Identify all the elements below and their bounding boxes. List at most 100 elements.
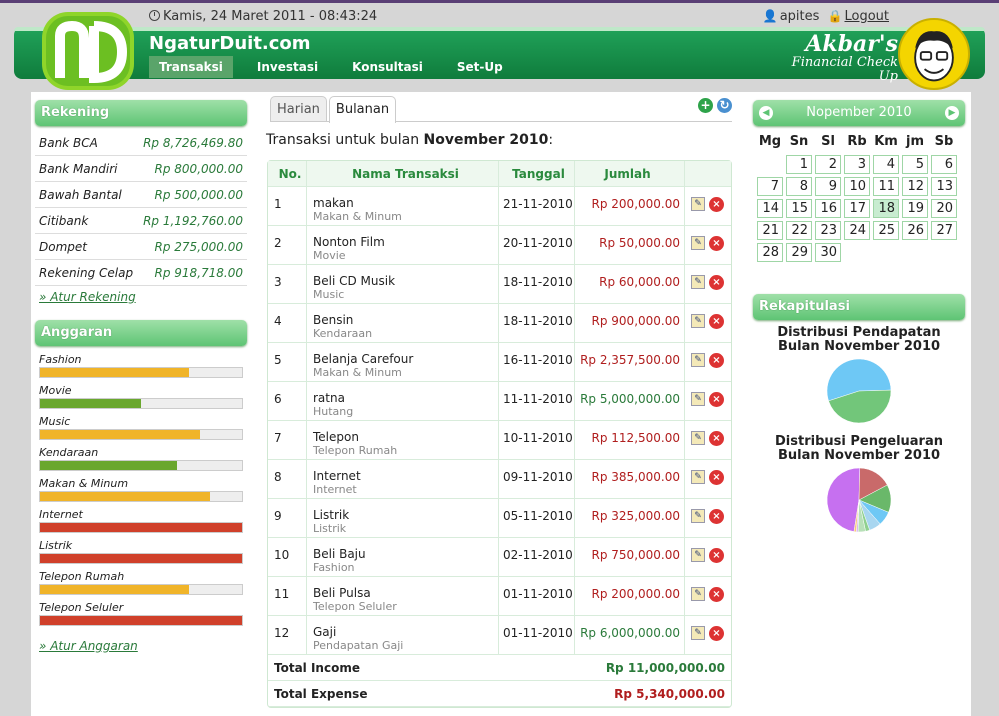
calendar-day[interactable]: 21 bbox=[757, 221, 783, 240]
refresh-icon[interactable]: ↻ bbox=[717, 98, 732, 113]
calendar-day[interactable]: 4 bbox=[873, 155, 899, 174]
delete-icon[interactable]: × bbox=[709, 509, 724, 524]
calendar-day[interactable]: 28 bbox=[757, 243, 783, 262]
delete-icon[interactable]: × bbox=[709, 626, 724, 641]
tab-harian[interactable]: Harian bbox=[270, 96, 327, 121]
table-row[interactable]: 5 Belanja Carefour Makan & Minum 16-11-2010… bbox=[268, 343, 731, 382]
col-jumlah[interactable]: Jumlah bbox=[574, 161, 684, 186]
delete-icon[interactable]: × bbox=[709, 275, 724, 290]
delete-icon[interactable]: × bbox=[709, 587, 724, 602]
edit-icon[interactable]: ✎ bbox=[691, 431, 705, 445]
calendar-day[interactable]: 13 bbox=[931, 177, 957, 196]
table-row[interactable]: 10 Beli Baju Fashion 02-11-2010 Rp 750,000.0… bbox=[268, 538, 731, 577]
account-row[interactable]: Citibank Rp 1,192,760.00 bbox=[35, 208, 247, 234]
calendar-day[interactable]: 5 bbox=[902, 155, 928, 174]
nav-konsultasi[interactable]: Konsultasi bbox=[342, 56, 433, 78]
calendar-day[interactable]: 11 bbox=[873, 177, 899, 196]
edit-icon[interactable]: ✎ bbox=[691, 197, 705, 211]
row-actions: ✎ × bbox=[684, 343, 731, 381]
logo-icon[interactable] bbox=[38, 8, 138, 94]
delete-icon[interactable]: × bbox=[709, 197, 724, 212]
table-row[interactable]: 6 ratna Hutang 11-11-2010 Rp 5,000,000.00 ✎ × bbox=[268, 382, 731, 421]
delete-icon[interactable]: × bbox=[709, 314, 724, 329]
calendar-day[interactable]: 6 bbox=[931, 155, 957, 174]
edit-icon[interactable]: ✎ bbox=[691, 236, 705, 250]
nav-setup[interactable]: Set-Up bbox=[447, 56, 513, 78]
calendar-day[interactable]: 8 bbox=[786, 177, 812, 196]
calendar-day[interactable]: 2 bbox=[815, 155, 841, 174]
calendar-day[interactable]: 19 bbox=[902, 199, 928, 218]
calendar-day[interactable]: 29 bbox=[786, 243, 812, 262]
next-month-icon[interactable]: ▶ bbox=[945, 106, 959, 120]
delete-icon[interactable]: × bbox=[709, 392, 724, 407]
account-row[interactable]: Rekening Celap Rp 918,718.00 bbox=[35, 260, 247, 286]
calendar-day[interactable]: 9 bbox=[815, 177, 841, 196]
table-row[interactable]: 9 Listrik Listrik 05-11-2010 Rp 325,000.00 ✎ × bbox=[268, 499, 731, 538]
account-row[interactable]: Bawah Bantal Rp 500,000.00 bbox=[35, 182, 247, 208]
edit-icon[interactable]: ✎ bbox=[691, 470, 705, 484]
delete-icon[interactable]: × bbox=[709, 470, 724, 485]
col-nama[interactable]: Nama Transaksi bbox=[306, 161, 498, 186]
rekening-header: Rekening bbox=[35, 100, 247, 126]
calendar-day[interactable]: 7 bbox=[757, 177, 783, 196]
calendar-day[interactable]: 26 bbox=[902, 221, 928, 240]
calendar-day[interactable]: 3 bbox=[844, 155, 870, 174]
site-title[interactable]: NgaturDuit.com bbox=[149, 33, 311, 54]
table-row[interactable]: 2 Nonton Film Movie 20-11-2010 Rp 50,000.00 ✎… bbox=[268, 226, 731, 265]
page-subtitle: Transaksi untuk bulan November 2010: bbox=[266, 132, 553, 148]
pendapatan-pie-chart bbox=[826, 358, 892, 424]
calendar-day[interactable]: 15 bbox=[786, 199, 812, 218]
nav-transaksi[interactable]: Transaksi bbox=[149, 56, 233, 78]
calendar-day[interactable]: 17 bbox=[844, 199, 870, 218]
calendar-day[interactable]: 10 bbox=[844, 177, 870, 196]
edit-icon[interactable]: ✎ bbox=[691, 392, 705, 406]
account-row[interactable]: Bank BCA Rp 8,726,469.80 bbox=[35, 130, 247, 156]
add-icon[interactable]: + bbox=[698, 98, 713, 113]
table-row[interactable]: 12 Gaji Pendapatan Gaji 01-11-2010 Rp 6,000,… bbox=[268, 616, 731, 655]
account-row[interactable]: Bank Mandiri Rp 800,000.00 bbox=[35, 156, 247, 182]
delete-icon[interactable]: × bbox=[709, 236, 724, 251]
prev-month-icon[interactable]: ◀ bbox=[759, 106, 773, 120]
calendar-day[interactable]: 12 bbox=[902, 177, 928, 196]
table-row[interactable]: 1 makan Makan & Minum 21-11-2010 Rp 200,000.… bbox=[268, 187, 731, 226]
calendar-day[interactable]: 1 bbox=[786, 155, 812, 174]
col-no[interactable]: No. bbox=[268, 161, 306, 186]
calendar-day[interactable]: 23 bbox=[815, 221, 841, 240]
atur-anggaran-link[interactable]: » Atur Anggaran bbox=[35, 635, 247, 657]
edit-icon[interactable]: ✎ bbox=[691, 275, 705, 289]
calendar-day[interactable]: 22 bbox=[786, 221, 812, 240]
delete-icon[interactable]: × bbox=[709, 353, 724, 368]
budget-fill bbox=[40, 585, 190, 594]
table-row[interactable]: 4 Bensin Kendaraan 18-11-2010 Rp 900,000.00 ✎… bbox=[268, 304, 731, 343]
delete-icon[interactable]: × bbox=[709, 431, 724, 446]
calendar-day[interactable]: 24 bbox=[844, 221, 870, 240]
calendar-day[interactable]: 16 bbox=[815, 199, 841, 218]
atur-rekening-link[interactable]: » Atur Rekening bbox=[35, 286, 247, 308]
table-row[interactable]: 7 Telepon Telepon Rumah 10-11-2010 Rp 112,50… bbox=[268, 421, 731, 460]
edit-icon[interactable]: ✎ bbox=[691, 626, 705, 640]
nav-investasi[interactable]: Investasi bbox=[247, 56, 328, 78]
edit-icon[interactable]: ✎ bbox=[691, 509, 705, 523]
edit-icon[interactable]: ✎ bbox=[691, 548, 705, 562]
tab-bulanan[interactable]: Bulanan bbox=[328, 96, 397, 123]
table-row[interactable]: 3 Beli CD Musik Music 18-11-2010 Rp 60,000.0… bbox=[268, 265, 731, 304]
row-amount: Rp 200,000.00 bbox=[574, 187, 684, 225]
col-tanggal[interactable]: Tanggal bbox=[498, 161, 574, 186]
logout-link[interactable]: Logout bbox=[844, 9, 889, 24]
calendar-day[interactable]: 30 bbox=[815, 243, 841, 262]
row-date: 05-11-2010 bbox=[498, 499, 574, 537]
brand-subtitle: Financial Check Up bbox=[791, 55, 898, 85]
edit-icon[interactable]: ✎ bbox=[691, 314, 705, 328]
edit-icon[interactable]: ✎ bbox=[691, 587, 705, 601]
account-row[interactable]: Dompet Rp 275,000.00 bbox=[35, 234, 247, 260]
edit-icon[interactable]: ✎ bbox=[691, 353, 705, 367]
calendar-day[interactable]: 25 bbox=[873, 221, 899, 240]
calendar-day[interactable]: 14 bbox=[757, 199, 783, 218]
calendar-day[interactable]: 18 bbox=[873, 199, 899, 218]
table-row[interactable]: 11 Beli Pulsa Telepon Seluler 01-11-2010 Rp … bbox=[268, 577, 731, 616]
delete-icon[interactable]: × bbox=[709, 548, 724, 563]
table-row[interactable]: 8 Internet Internet 09-11-2010 Rp 385,000.00… bbox=[268, 460, 731, 499]
calendar-day[interactable]: 20 bbox=[931, 199, 957, 218]
calendar-day[interactable]: 27 bbox=[931, 221, 957, 240]
user-icon: 👤 bbox=[762, 9, 778, 23]
